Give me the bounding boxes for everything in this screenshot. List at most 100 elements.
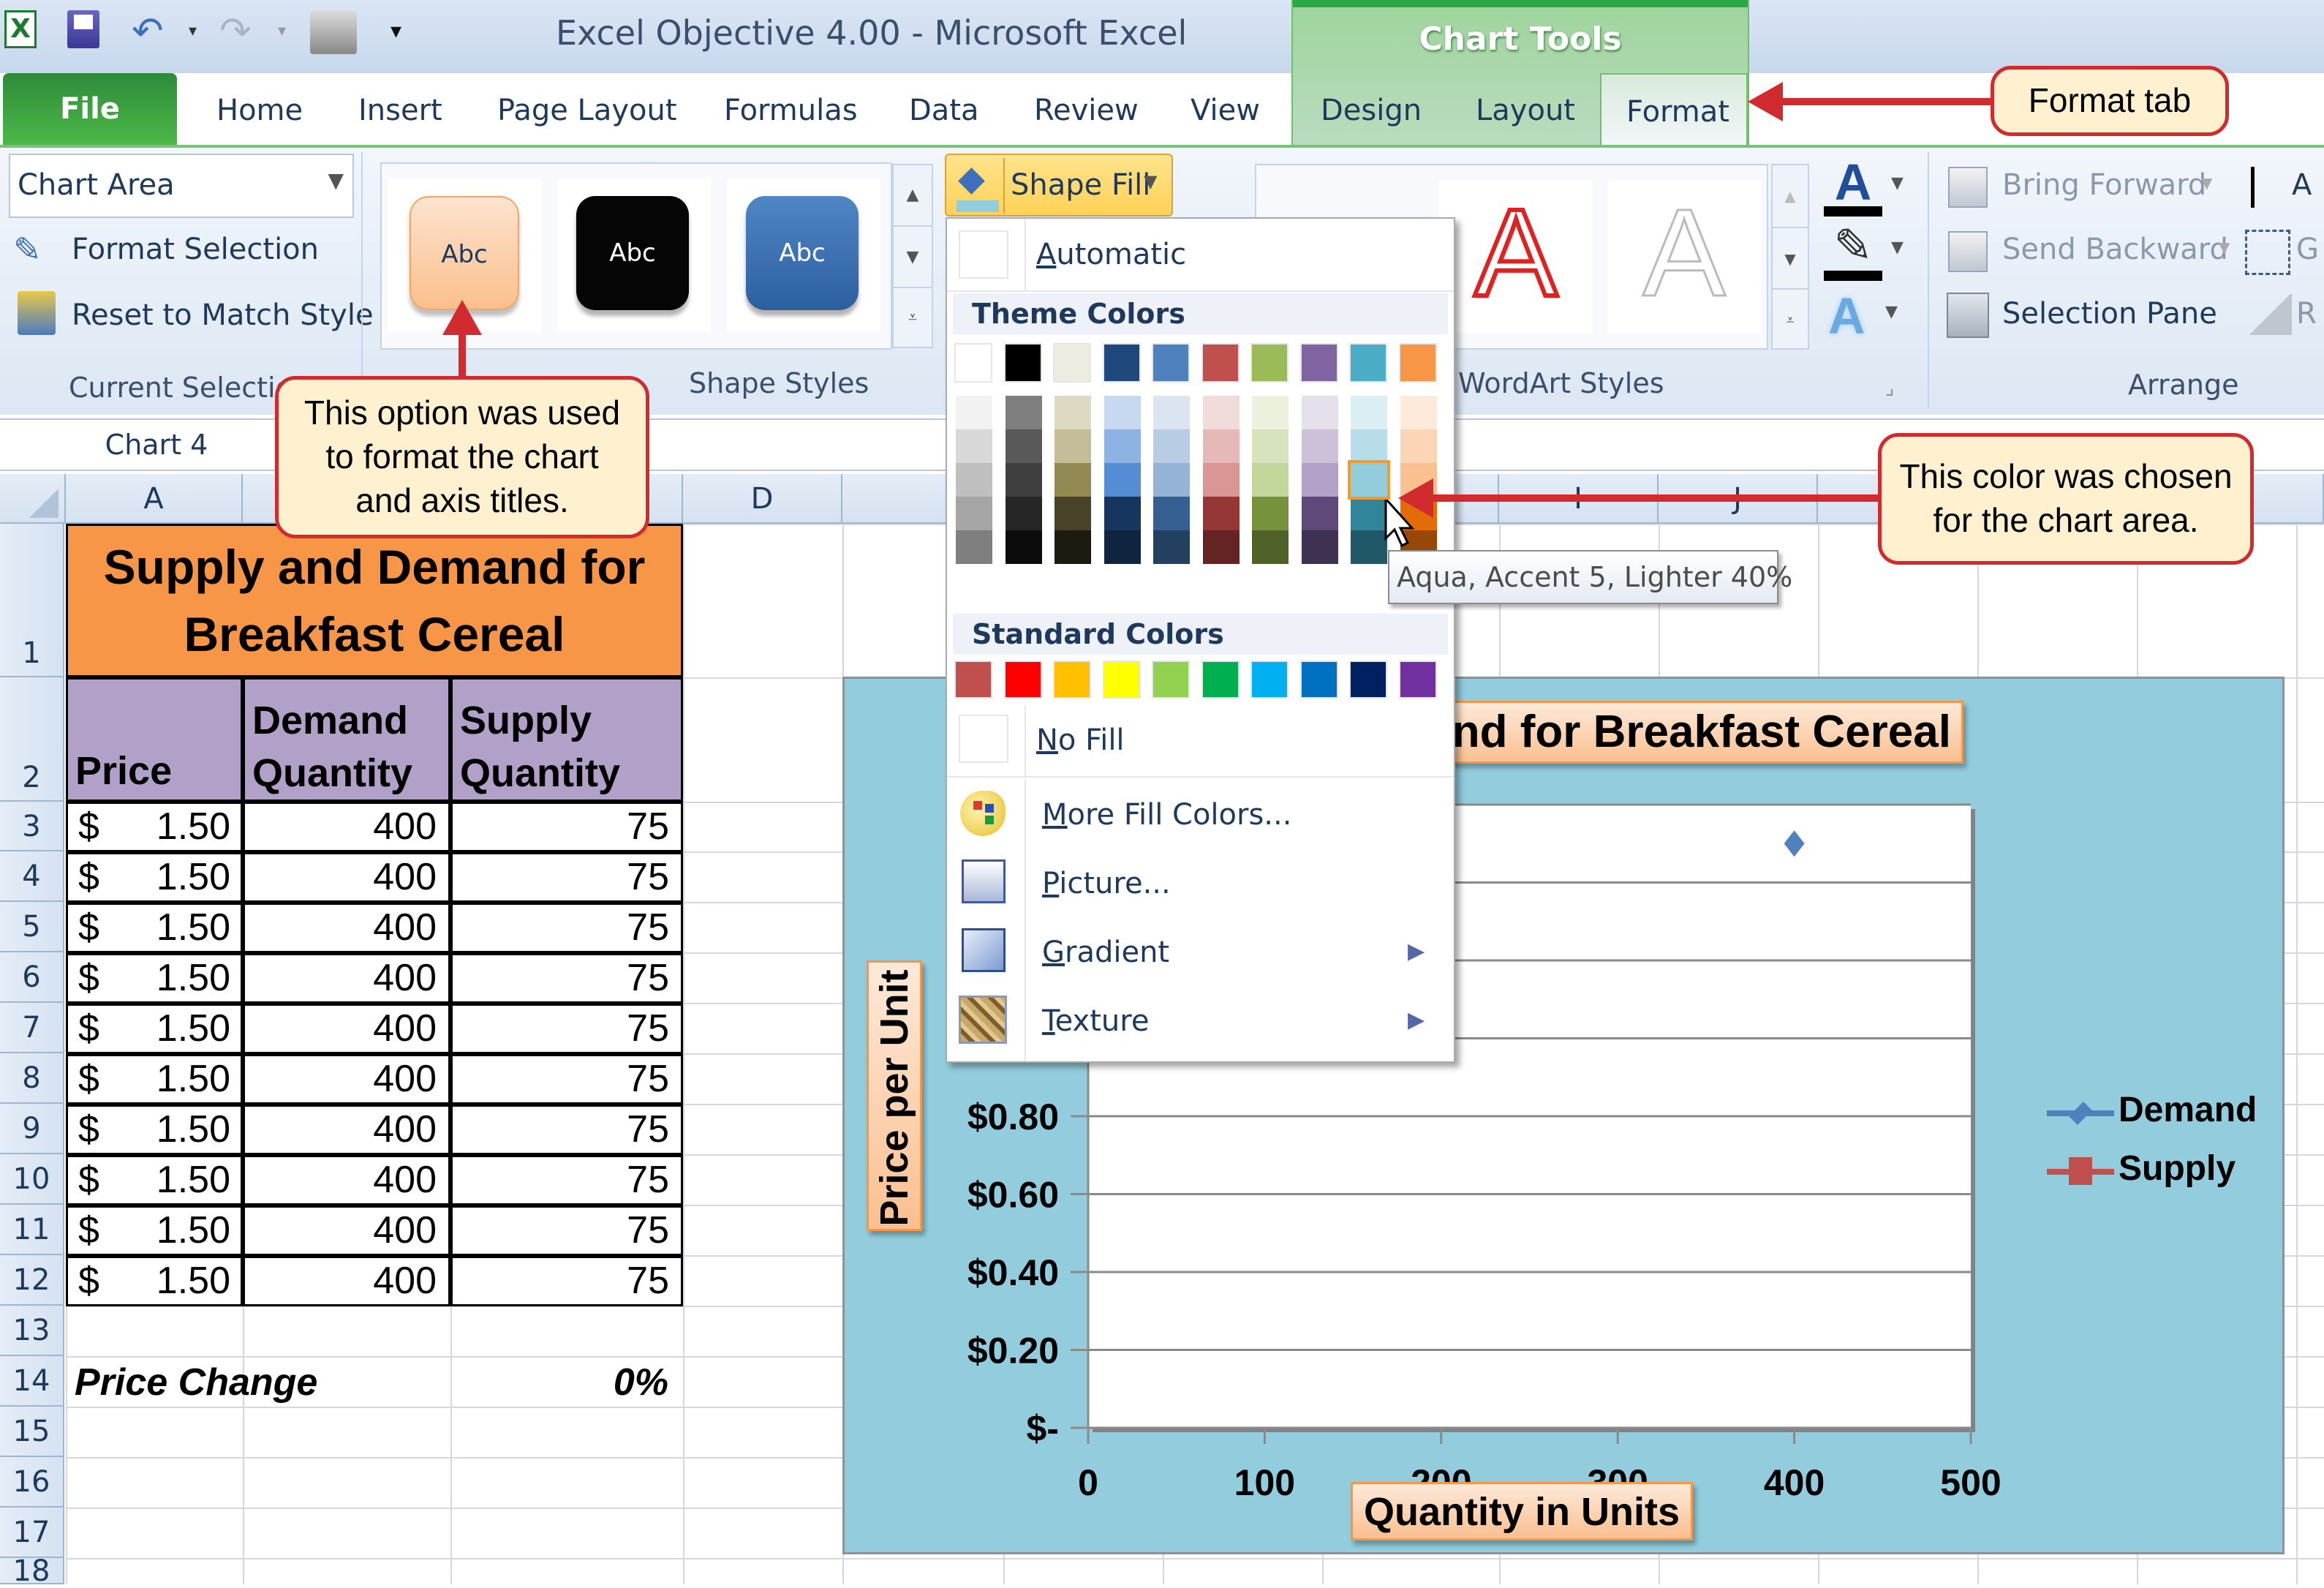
demand-cell[interactable]: 400 (243, 903, 450, 953)
theme-color-swatch[interactable] (1005, 530, 1042, 564)
theme-color-swatch[interactable] (956, 429, 992, 463)
tab-home[interactable]: Home (216, 94, 303, 127)
gradient-option[interactable]: Gradient ▶ (947, 918, 1454, 987)
theme-color-swatch[interactable] (1055, 530, 1091, 564)
theme-color-swatch[interactable] (1252, 429, 1289, 463)
column-header-a[interactable]: A (66, 474, 243, 524)
theme-color-swatch[interactable] (1301, 497, 1338, 530)
theme-color-swatch[interactable] (1301, 530, 1338, 564)
header-price[interactable]: Price (66, 677, 243, 802)
standard-color-swatch[interactable] (1299, 661, 1338, 699)
name-box[interactable]: Chart 4 (0, 420, 314, 470)
theme-color-swatch[interactable] (1055, 396, 1091, 429)
theme-color-swatch[interactable] (1202, 396, 1240, 429)
theme-color-swatch[interactable] (1103, 530, 1141, 564)
theme-color-swatch-selected[interactable] (1348, 460, 1390, 500)
selection-pane-button[interactable]: Selection Pane (1947, 290, 2239, 341)
supply-cell[interactable]: 75 (450, 1155, 683, 1205)
theme-color-swatch[interactable] (1252, 497, 1289, 530)
price-cell[interactable]: $1.50 (66, 903, 243, 953)
theme-color-swatch[interactable] (1301, 396, 1338, 429)
theme-color-swatch[interactable] (1301, 429, 1338, 463)
price-cell[interactable]: $1.50 (66, 852, 243, 903)
text-effects-icon[interactable]: A (1828, 287, 1865, 345)
theme-color-swatch[interactable] (1202, 429, 1240, 463)
save-icon[interactable] (67, 10, 99, 48)
wordart-preset-red[interactable]: A (1439, 180, 1593, 334)
theme-color-swatch[interactable] (1103, 497, 1141, 530)
theme-color-swatch[interactable] (1153, 429, 1190, 463)
standard-color-swatch[interactable] (1349, 661, 1387, 699)
theme-color-swatch[interactable] (1153, 396, 1190, 429)
theme-color-swatch[interactable] (1351, 396, 1387, 429)
wordart-scroll-up-icon[interactable]: ▲ (1773, 165, 1808, 227)
price-cell[interactable]: $1.50 (66, 1256, 243, 1306)
standard-color-swatch[interactable] (1053, 661, 1091, 699)
y-axis-title[interactable]: Price per Unit (867, 960, 922, 1231)
group-button[interactable]: G (2245, 228, 2324, 276)
theme-color-swatch[interactable] (956, 497, 992, 530)
supply-cell[interactable]: 75 (450, 1054, 683, 1105)
theme-color-swatch[interactable] (956, 530, 992, 564)
theme-color-swatch[interactable] (1351, 429, 1387, 463)
sheet-title-cell[interactable]: Supply and Demand for Breakfast Cereal (66, 524, 683, 677)
theme-color-swatch[interactable] (1152, 343, 1190, 383)
theme-color-swatch[interactable] (1299, 343, 1338, 383)
text-outline-dropdown-icon[interactable]: ▼ (1891, 238, 1904, 257)
theme-color-swatch[interactable] (1202, 497, 1240, 530)
theme-color-swatch[interactable] (1201, 343, 1240, 383)
theme-color-swatch[interactable] (1351, 530, 1387, 564)
theme-color-swatch[interactable] (1005, 429, 1042, 463)
customize-qat-icon[interactable]: ▾ (391, 10, 433, 53)
undo-icon[interactable]: ↶ (132, 10, 174, 53)
align-button[interactable]: A (2251, 164, 2324, 212)
standard-color-swatch[interactable] (1102, 661, 1141, 699)
legend[interactable]: Demand Supply (2047, 1088, 2266, 1205)
reset-to-match-style-button[interactable]: Reset to Match Style (13, 291, 374, 339)
theme-color-swatch[interactable] (1103, 429, 1141, 463)
theme-color-swatch[interactable] (1055, 429, 1091, 463)
theme-color-swatch[interactable] (1250, 343, 1289, 383)
format-selection-button[interactable]: ✎ Format Selection (13, 227, 357, 275)
tab-formulas[interactable]: Formulas (724, 94, 858, 127)
price-cell[interactable]: $1.50 (66, 1054, 243, 1105)
tab-view[interactable]: View (1191, 94, 1260, 127)
supply-cell[interactable]: 75 (450, 1205, 683, 1256)
gallery-scroll-up-icon[interactable]: ▲ (894, 165, 932, 225)
demand-cell[interactable]: 400 (243, 1256, 450, 1306)
row-header-15[interactable]: 15 (0, 1407, 64, 1457)
theme-color-swatch[interactable] (1055, 463, 1091, 497)
text-fill-icon[interactable]: A (1824, 157, 1882, 217)
row-header-18[interactable]: 18 (0, 1557, 64, 1586)
print-preview-icon[interactable] (310, 10, 357, 54)
theme-color-swatch[interactable] (1103, 463, 1141, 497)
theme-color-swatch[interactable] (956, 463, 992, 497)
gallery-scroll-down-icon[interactable]: ▼ (894, 225, 932, 287)
standard-color-swatch[interactable] (1250, 661, 1289, 699)
demand-cell[interactable]: 400 (243, 1054, 450, 1105)
tab-insert[interactable]: Insert (358, 94, 442, 127)
row-header-10[interactable]: 10 (0, 1154, 64, 1205)
price-cell[interactable]: $1.50 (66, 802, 243, 852)
picture-option[interactable]: Picture... (947, 849, 1454, 918)
row-header-17[interactable]: 17 (0, 1508, 64, 1558)
shape-style-preset-2[interactable]: Abc (557, 178, 711, 332)
tab-page-layout[interactable]: Page Layout (497, 94, 677, 127)
price-cell[interactable]: $1.50 (66, 1004, 243, 1054)
supply-cell[interactable]: 75 (450, 953, 683, 1004)
tab-design[interactable]: Design (1321, 94, 1422, 127)
row-header-7[interactable]: 7 (0, 1003, 64, 1053)
demand-cell[interactable]: 400 (243, 1105, 450, 1155)
shape-fill-button[interactable]: ◆ Shape Fill ▼ (945, 154, 1173, 217)
demand-cell[interactable]: 400 (243, 852, 450, 903)
theme-color-swatch[interactable] (1400, 429, 1437, 463)
price-cell[interactable]: $1.50 (66, 1155, 243, 1205)
supply-cell[interactable]: 75 (450, 1105, 683, 1155)
theme-color-swatch[interactable] (956, 396, 992, 429)
row-header-2[interactable]: 2 (0, 677, 64, 802)
row-header-8[interactable]: 8 (0, 1053, 64, 1104)
supply-cell[interactable]: 75 (450, 802, 683, 852)
demand-cell[interactable]: 400 (243, 802, 450, 852)
demand-cell[interactable]: 400 (243, 1004, 450, 1054)
theme-color-swatch[interactable] (1003, 343, 1042, 383)
